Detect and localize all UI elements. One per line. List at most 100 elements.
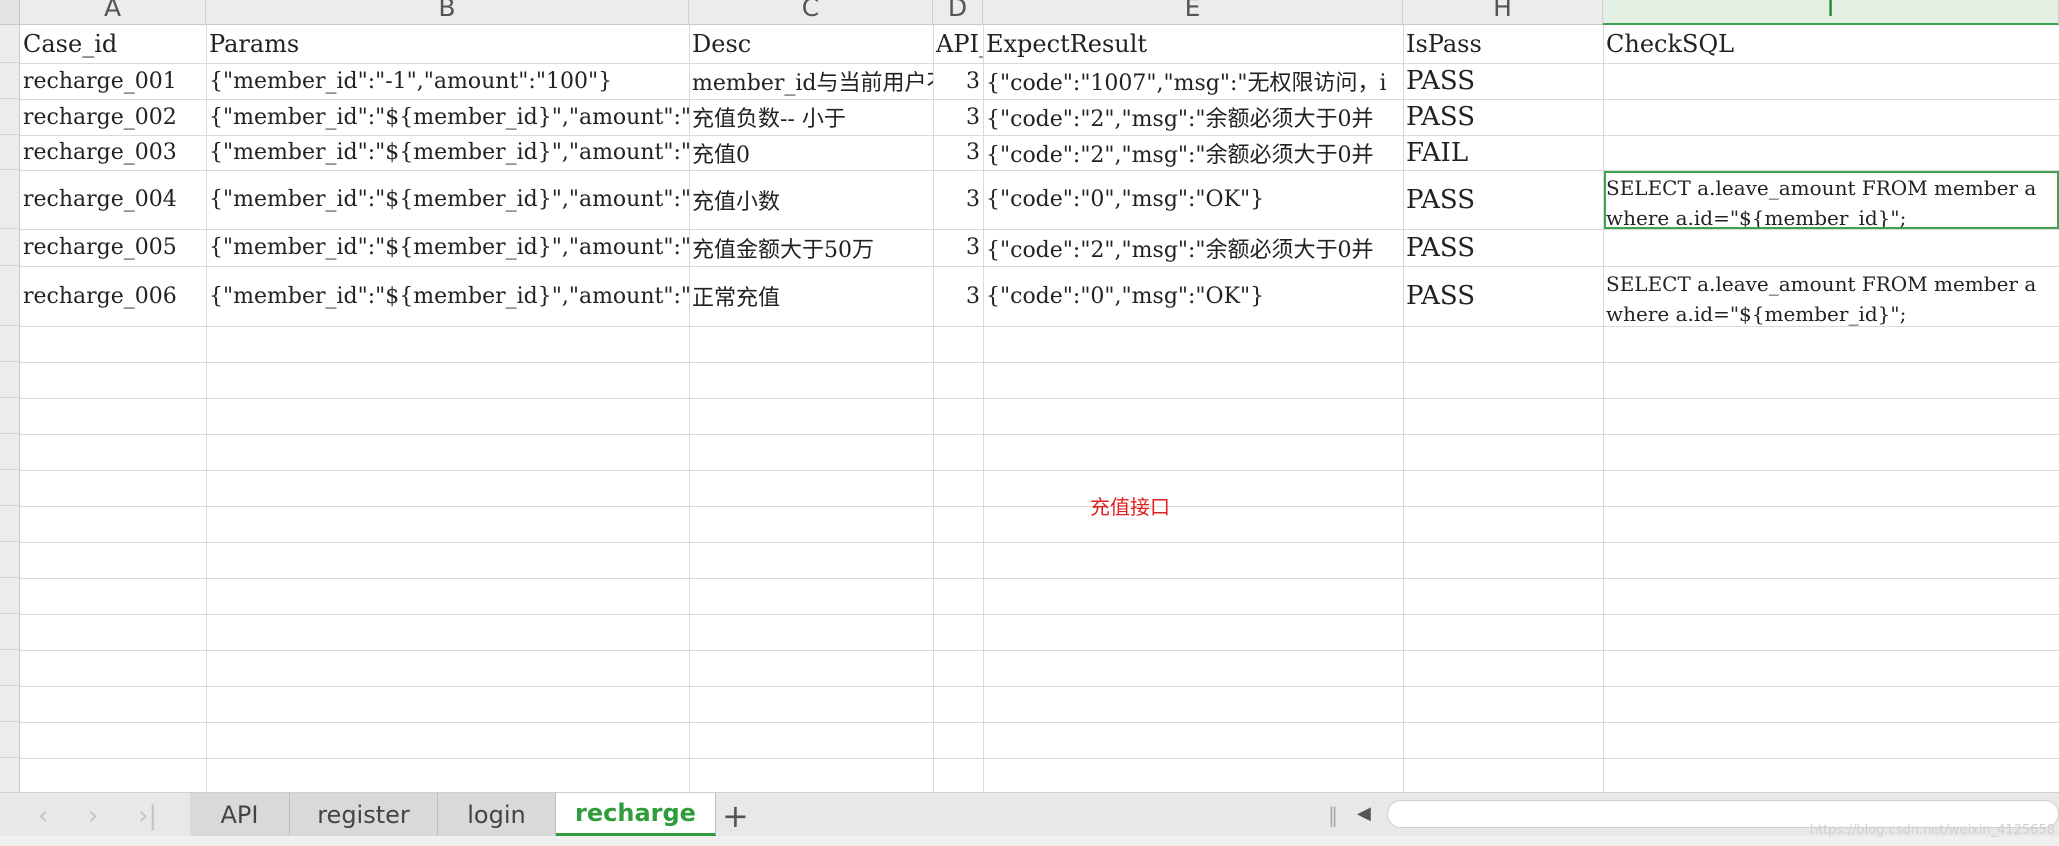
row-header[interactable] xyxy=(0,542,20,578)
column-header-c[interactable]: C xyxy=(689,0,933,25)
header-cell-c[interactable]: Desc xyxy=(689,25,933,63)
table-cell-d[interactable]: 3 xyxy=(933,170,983,229)
table-cell-b[interactable]: {"member_id":"${member_id}","amount":"50 xyxy=(206,229,689,266)
first-sheet-icon[interactable]: ‹ xyxy=(38,801,48,831)
table-cell-e[interactable]: {"code":"2","msg":"余额必须大于0并 xyxy=(983,135,1403,170)
grid-line xyxy=(20,470,2059,471)
grid-line xyxy=(20,434,2059,435)
table-cell-a[interactable]: recharge_003 xyxy=(20,135,206,170)
grid-line xyxy=(20,326,2059,327)
table-cell-a[interactable]: recharge_002 xyxy=(20,99,206,135)
row-header[interactable] xyxy=(0,326,20,362)
grid-line xyxy=(20,398,2059,399)
table-cell-i[interactable] xyxy=(1603,229,2059,266)
table-cell-d[interactable]: 3 xyxy=(933,266,983,326)
table-cell-h[interactable]: PASS xyxy=(1403,99,1603,135)
row-header[interactable] xyxy=(0,506,20,542)
grid-line xyxy=(20,614,2059,615)
header-cell-e[interactable]: ExpectResult xyxy=(983,25,1403,63)
table-cell-i[interactable] xyxy=(1603,99,2059,135)
header-cell-d[interactable]: API_ xyxy=(933,25,983,63)
sheet-tab-bar: ‹ › ›| API register login recharge + ‖ ◀ xyxy=(0,792,2059,837)
table-cell-i[interactable] xyxy=(1603,135,2059,170)
table-cell-d[interactable]: 3 xyxy=(933,99,983,135)
scroll-left-icon[interactable]: ◀ xyxy=(1357,803,1371,824)
row-header[interactable] xyxy=(0,63,20,99)
table-cell-i[interactable] xyxy=(1603,63,2059,99)
row-header[interactable] xyxy=(0,266,20,326)
row-header[interactable] xyxy=(0,398,20,434)
table-cell-i[interactable]: SELECT a.leave_amount FROM member a wher… xyxy=(1603,266,2059,326)
row-header[interactable] xyxy=(0,614,20,650)
row-header[interactable] xyxy=(0,170,20,229)
row-header[interactable] xyxy=(0,362,20,398)
table-cell-a[interactable]: recharge_006 xyxy=(20,266,206,326)
table-cell-h[interactable]: FAIL xyxy=(1403,135,1603,170)
table-cell-e[interactable]: {"code":"1007","msg":"无权限访问，i xyxy=(983,63,1403,99)
row-header[interactable] xyxy=(0,434,20,470)
row-header[interactable] xyxy=(0,470,20,506)
table-cell-d[interactable]: 3 xyxy=(933,63,983,99)
watermark: https://blog.csdn.net/weixin_4125658 xyxy=(1809,823,2055,838)
table-cell-h[interactable]: PASS xyxy=(1403,229,1603,266)
table-cell-h[interactable]: PASS xyxy=(1403,170,1603,229)
table-cell-a[interactable]: recharge_004 xyxy=(20,170,206,229)
table-cell-e[interactable]: {"code":"0","msg":"OK"} xyxy=(983,266,1403,326)
table-cell-h[interactable]: PASS xyxy=(1403,266,1603,326)
row-header[interactable] xyxy=(0,650,20,686)
last-sheet-icon[interactable]: ›| xyxy=(138,801,157,831)
row-header[interactable] xyxy=(0,686,20,722)
split-handle-icon[interactable]: ‖ xyxy=(1328,803,1338,827)
table-cell-c[interactable]: 正常充值 xyxy=(689,266,933,326)
row-header[interactable] xyxy=(0,25,20,63)
table-cell-e[interactable]: {"code":"2","msg":"余额必须大于0并 xyxy=(983,99,1403,135)
table-cell-c[interactable]: 充值小数 xyxy=(689,170,933,229)
table-cell-h[interactable]: PASS xyxy=(1403,63,1603,99)
row-header[interactable] xyxy=(0,578,20,614)
column-header-a[interactable]: A xyxy=(20,0,206,25)
table-cell-a[interactable]: recharge_001 xyxy=(20,63,206,99)
table-cell-e[interactable]: {"code":"0","msg":"OK"} xyxy=(983,170,1403,229)
column-header-h[interactable]: H xyxy=(1403,0,1603,25)
row-header[interactable] xyxy=(0,722,20,758)
column-header-b[interactable]: B xyxy=(206,0,689,25)
tab-login[interactable]: login xyxy=(438,793,556,836)
table-cell-c[interactable]: member_id与当前用户不 xyxy=(689,63,933,99)
table-cell-c[interactable]: 充值0 xyxy=(689,135,933,170)
column-header-i[interactable]: I xyxy=(1603,0,2059,25)
header-cell-a[interactable]: Case_id xyxy=(20,25,206,63)
row-header[interactable] xyxy=(0,758,20,792)
add-sheet-icon[interactable]: + xyxy=(722,797,749,835)
grid-line xyxy=(20,506,2059,507)
column-header-e[interactable]: E xyxy=(983,0,1403,25)
table-cell-c[interactable]: 充值金额大于50万 xyxy=(689,229,933,266)
table-cell-b[interactable]: {"member_id":"${member_id}","amount":"10 xyxy=(206,170,689,229)
grid-line xyxy=(20,362,2059,363)
next-sheet-icon[interactable]: › xyxy=(88,801,98,831)
floating-annotation-text: 充值接口 xyxy=(1090,495,1170,519)
tab-api[interactable]: API xyxy=(190,793,290,836)
table-cell-c[interactable]: 充值负数-- 小于 xyxy=(689,99,933,135)
table-cell-e[interactable]: {"code":"2","msg":"余额必须大于0并 xyxy=(983,229,1403,266)
header-cell-h[interactable]: IsPass xyxy=(1403,25,1603,63)
header-cell-b[interactable]: Params xyxy=(206,25,689,63)
table-cell-b[interactable]: {"member_id":"-1","amount":"100"} xyxy=(206,63,689,99)
table-cell-b[interactable]: {"member_id":"${member_id}","amount":"0" xyxy=(206,135,689,170)
spreadsheet-grid[interactable]: ABCDEHI Case_idParamsDescAPI_ExpectResult… xyxy=(0,0,2059,792)
tab-register[interactable]: register xyxy=(290,793,438,836)
table-cell-b[interactable]: {"member_id":"${member_id}","amount":"10 xyxy=(206,266,689,326)
table-cell-d[interactable]: 3 xyxy=(933,229,983,266)
grid-line xyxy=(20,542,2059,543)
row-header[interactable] xyxy=(0,135,20,170)
select-all-corner[interactable] xyxy=(0,0,20,25)
tab-recharge[interactable]: recharge xyxy=(556,793,716,836)
table-cell-a[interactable]: recharge_005 xyxy=(20,229,206,266)
table-cell-d[interactable]: 3 xyxy=(933,135,983,170)
active-cell-selection[interactable] xyxy=(1604,171,2059,229)
column-header-d[interactable]: D xyxy=(933,0,983,25)
grid-line xyxy=(20,686,2059,687)
row-header[interactable] xyxy=(0,99,20,135)
header-cell-i[interactable]: CheckSQL xyxy=(1603,25,2059,63)
row-header[interactable] xyxy=(0,229,20,266)
table-cell-b[interactable]: {"member_id":"${member_id}","amount":"-1 xyxy=(206,99,689,135)
